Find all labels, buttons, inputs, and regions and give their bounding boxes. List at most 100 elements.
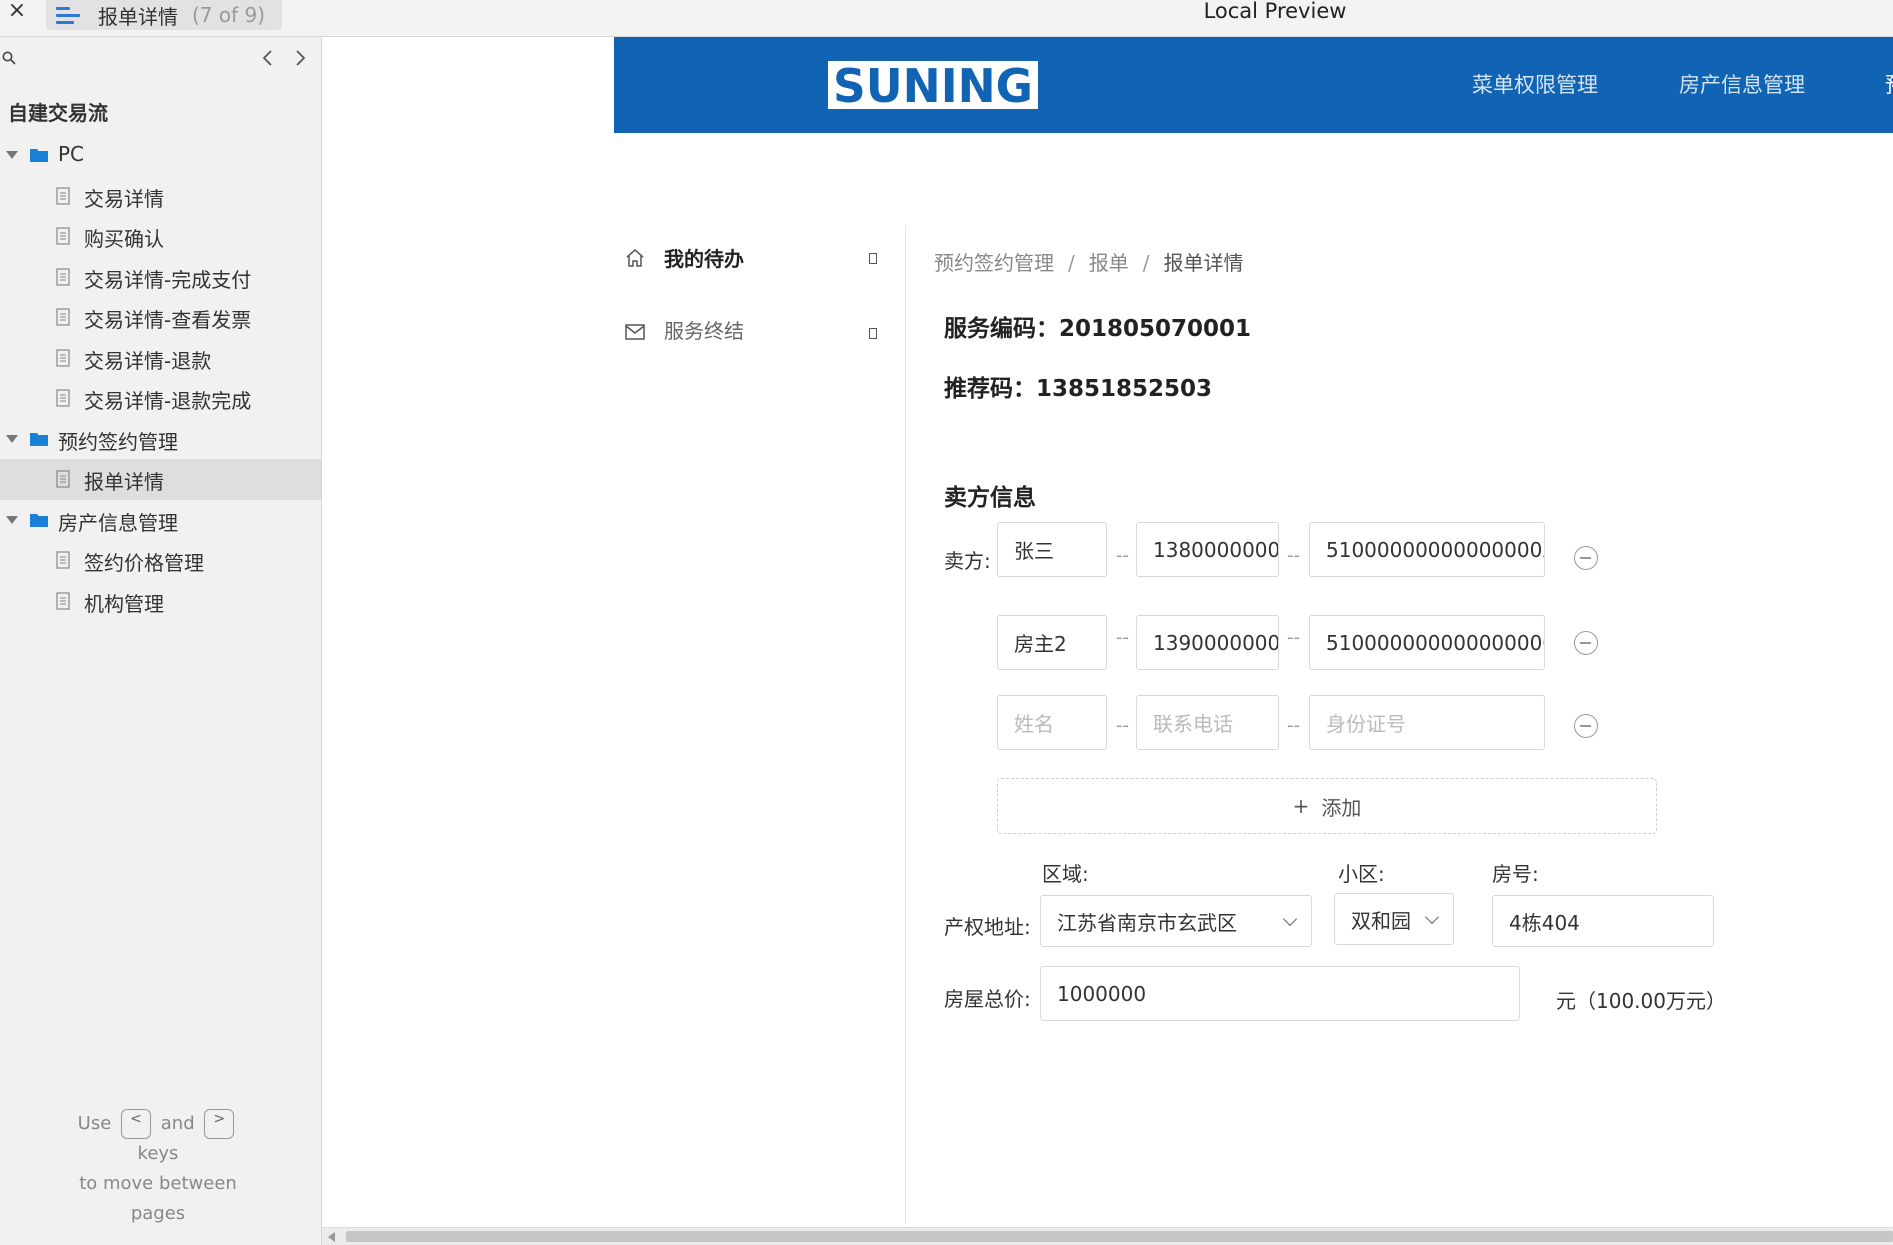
chevron-right-icon[interactable]	[290, 47, 310, 69]
suning-logo[interactable]: SUNING	[828, 61, 1038, 109]
nav-property-info[interactable]: 房产信息管理	[1679, 69, 1805, 99]
community-label: 小区:	[1338, 862, 1385, 886]
seller-phone-input[interactable]: 13800000000	[1136, 522, 1279, 577]
tree-page-item[interactable]: 购买确认	[0, 216, 321, 257]
community-select[interactable]: 双和园	[1334, 893, 1454, 945]
add-seller-button[interactable]: + 添加	[997, 778, 1657, 834]
tree-page-item[interactable]: 交易详情-退款	[0, 338, 321, 379]
total-price-input[interactable]: 1000000	[1040, 966, 1520, 1021]
remove-seller-icon[interactable]	[1574, 546, 1598, 570]
tree-page-item[interactable]: 机构管理	[0, 581, 321, 622]
menu-label: 服务终结	[664, 319, 744, 343]
room-label: 房号:	[1492, 862, 1539, 886]
tree-page-item[interactable]: 交易详情-完成支付	[0, 257, 321, 298]
seller-id-input[interactable]: 510000000000000000	[1309, 615, 1545, 670]
region-value: 江苏省南京市玄武区	[1057, 910, 1237, 935]
tree-label: 报单详情	[84, 470, 164, 494]
room-input[interactable]: 4栋404	[1492, 895, 1714, 947]
seller-name-input[interactable]: 张三	[997, 522, 1107, 577]
project-title: 自建交易流	[8, 101, 108, 125]
hint-line3: pages	[130, 1203, 186, 1224]
tree-page-item[interactable]: 交易详情-查看发票	[0, 297, 321, 338]
page-icon	[56, 551, 70, 569]
tree-page-item[interactable]: 交易详情-退款完成	[0, 378, 321, 419]
breadcrumb-current: 报单详情	[1163, 251, 1244, 275]
seller-phone-input[interactable]: 13900000000	[1136, 615, 1279, 670]
separator-dash: --	[1116, 627, 1129, 648]
service-code-value: 201805070001	[1059, 316, 1252, 342]
horizontal-scrollbar[interactable]	[322, 1227, 1893, 1245]
tree-label: 房产信息管理	[58, 510, 178, 535]
tree-label: PC	[58, 142, 85, 166]
submenu-arrow-icon	[869, 328, 877, 339]
tree-label: 购买确认	[84, 227, 164, 251]
breadcrumb-item[interactable]: 报单	[1089, 251, 1129, 275]
left-key-icon: <	[121, 1109, 152, 1139]
window-title: Local Preview	[1203, 0, 1347, 23]
hint-line2: to move between	[79, 1173, 237, 1194]
hint-keys: keys	[137, 1143, 179, 1164]
service-code-label: 服务编码：	[944, 316, 1059, 342]
seller-name-input[interactable]: 房主2	[997, 615, 1107, 670]
service-code: 服务编码：201805070001	[944, 309, 1251, 343]
seller-phone-input[interactable]: 联系电话	[1136, 695, 1279, 750]
breadcrumb: 预约签约管理 / 报单 / 报单详情	[934, 251, 1244, 275]
title-bar: × 报单详情 (7 of 9) Local Preview	[0, 0, 1893, 37]
page-icon	[56, 470, 70, 488]
price-unit: 元（100.00万元）	[1556, 989, 1726, 1013]
menu-item-service-end[interactable]: 服务终结	[614, 305, 905, 365]
main-content: 预约签约管理 / 报单 / 报单详情 服务编码：201805070001 推荐码：138…	[934, 225, 1893, 1225]
address-label: 产权地址:	[944, 915, 1031, 939]
seller-name-input[interactable]: 姓名	[997, 695, 1107, 750]
separator-dash: --	[1287, 545, 1300, 566]
chevron-left-icon[interactable]	[258, 47, 278, 69]
app-header: SUNING 菜单权限管理 房产信息管理 预约签约管理	[614, 37, 1893, 133]
tree-page-item[interactable]: 交易详情	[0, 176, 321, 217]
plus-icon: +	[1292, 794, 1310, 818]
tree-label: 预约签约管理	[58, 429, 178, 454]
scroll-left-icon[interactable]	[328, 1232, 335, 1242]
page-icon	[56, 267, 70, 286]
home-icon	[626, 249, 644, 267]
caret-down-icon[interactable]	[6, 151, 18, 159]
page-icon	[56, 308, 70, 326]
tree-folder-appointment[interactable]: 预约签约管理	[0, 419, 321, 460]
remove-seller-icon[interactable]	[1574, 631, 1598, 655]
hamburger-menu-icon[interactable]	[56, 5, 80, 25]
tree-page-item-selected[interactable]: 报单详情	[0, 459, 321, 500]
caret-down-icon[interactable]	[6, 434, 18, 443]
tree-label: 交易详情	[84, 186, 164, 211]
nav-menu-permission[interactable]: 菜单权限管理	[1472, 69, 1598, 99]
tree-page-item[interactable]: 签约价格管理	[0, 540, 321, 581]
close-icon[interactable]: ×	[4, 0, 30, 24]
search-icon[interactable]	[2, 51, 16, 65]
preview-area: SUNING 菜单权限管理 房产信息管理 预约签约管理 我的待办 服务终结 预约…	[322, 37, 1893, 1227]
remove-seller-icon[interactable]	[1574, 714, 1598, 738]
tree-label: 交易详情-查看发票	[84, 308, 252, 332]
page-icon	[56, 591, 70, 610]
tree-label: 机构管理	[84, 591, 164, 616]
seller-id-input[interactable]: 身份证号	[1309, 695, 1545, 750]
tree-folder-property[interactable]: 房产信息管理	[0, 500, 321, 541]
caret-down-icon[interactable]	[6, 515, 18, 524]
mail-icon	[625, 324, 645, 340]
seller-id-input[interactable]: 51000000000000000X	[1309, 522, 1545, 577]
keyboard-hint: Use < and > keys to move between pages	[0, 1109, 316, 1229]
hint-use: Use	[77, 1113, 112, 1134]
folder-icon	[30, 432, 48, 446]
document-tab[interactable]: 报单详情 (7 of 9)	[46, 0, 282, 30]
page-tree: PC 交易详情 购买确认 交易详情-完成支付 交易详情-查看发票 交易详情-退款…	[0, 135, 321, 621]
region-select[interactable]: 江苏省南京市玄武区	[1040, 895, 1312, 947]
scrollbar-thumb[interactable]	[346, 1231, 1893, 1242]
separator-dash: --	[1116, 545, 1129, 566]
breadcrumb-item[interactable]: 预约签约管理	[934, 251, 1054, 275]
menu-item-my-todo[interactable]: 我的待办	[614, 225, 905, 285]
logo-text: SUNING	[833, 61, 1033, 109]
tree-label: 交易详情-退款完成	[84, 389, 252, 413]
tree-folder-pc[interactable]: PC	[0, 135, 321, 176]
region-label: 区域:	[1042, 862, 1089, 886]
nav-appointment-signing[interactable]: 预约签约管理	[1885, 69, 1893, 99]
page-icon	[56, 389, 70, 407]
chevron-down-icon	[1424, 909, 1440, 925]
separator-dash: --	[1116, 715, 1129, 736]
